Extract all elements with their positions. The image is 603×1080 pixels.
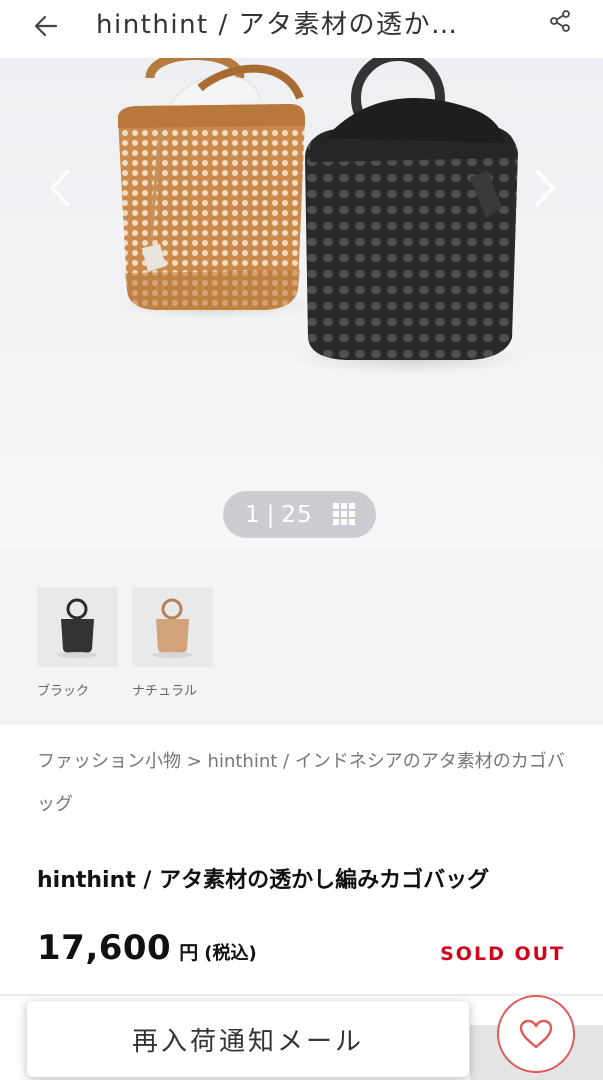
restock-notify-button[interactable]: 再入荷通知メール <box>27 1001 469 1077</box>
back-button[interactable] <box>28 8 64 44</box>
top-bar: hinthint / アタ素材の透か… <box>0 0 603 58</box>
product-name: hinthint / アタ素材の透かし編みカゴバッグ <box>37 868 490 893</box>
product-image-carousel[interactable]: 1 | 25 <box>0 58 603 549</box>
image-counter-current: 1 <box>245 501 261 528</box>
breadcrumb-category[interactable]: ファッション小物 <box>37 751 181 772</box>
breadcrumb-separator: > <box>181 751 208 772</box>
share-button[interactable] <box>545 6 575 36</box>
divider <box>0 994 603 996</box>
color-variants: ブラック ナチュラル <box>0 549 603 725</box>
variant-natural[interactable]: ナチュラル <box>132 587 213 699</box>
image-counter-total: 25 <box>281 501 313 528</box>
page-title: hinthint / アタ素材の透か… <box>96 10 459 40</box>
chevron-right-icon <box>535 169 555 207</box>
variant-thumbnail <box>37 587 118 667</box>
price-row: 17,600 円 (税込) <box>37 928 257 968</box>
next-image-button[interactable] <box>525 166 565 210</box>
grid-icon <box>333 503 355 525</box>
price-currency: 円 <box>179 942 199 964</box>
variant-black[interactable]: ブラック <box>37 587 118 699</box>
chevron-left-icon <box>50 169 70 207</box>
arrow-left-icon <box>34 15 58 37</box>
variant-thumbnail <box>132 587 213 667</box>
status-badge: SOLD OUT <box>440 943 565 965</box>
price-value: 17,600 <box>37 928 172 968</box>
favorite-button[interactable] <box>497 995 575 1073</box>
price-tax-note: (税込) <box>204 943 257 964</box>
breadcrumb: ファッション小物 > hinthint / インドネシアのアタ素材のカゴバッグ <box>37 740 567 826</box>
image-counter-separator: | <box>266 501 276 528</box>
heart-icon <box>519 1019 553 1049</box>
share-icon <box>550 10 570 32</box>
image-counter[interactable]: 1 | 25 <box>223 491 376 538</box>
variant-label: ブラック <box>37 684 90 699</box>
product-photo <box>115 58 525 374</box>
prev-image-button[interactable] <box>40 166 80 210</box>
variant-label: ナチュラル <box>132 684 198 699</box>
